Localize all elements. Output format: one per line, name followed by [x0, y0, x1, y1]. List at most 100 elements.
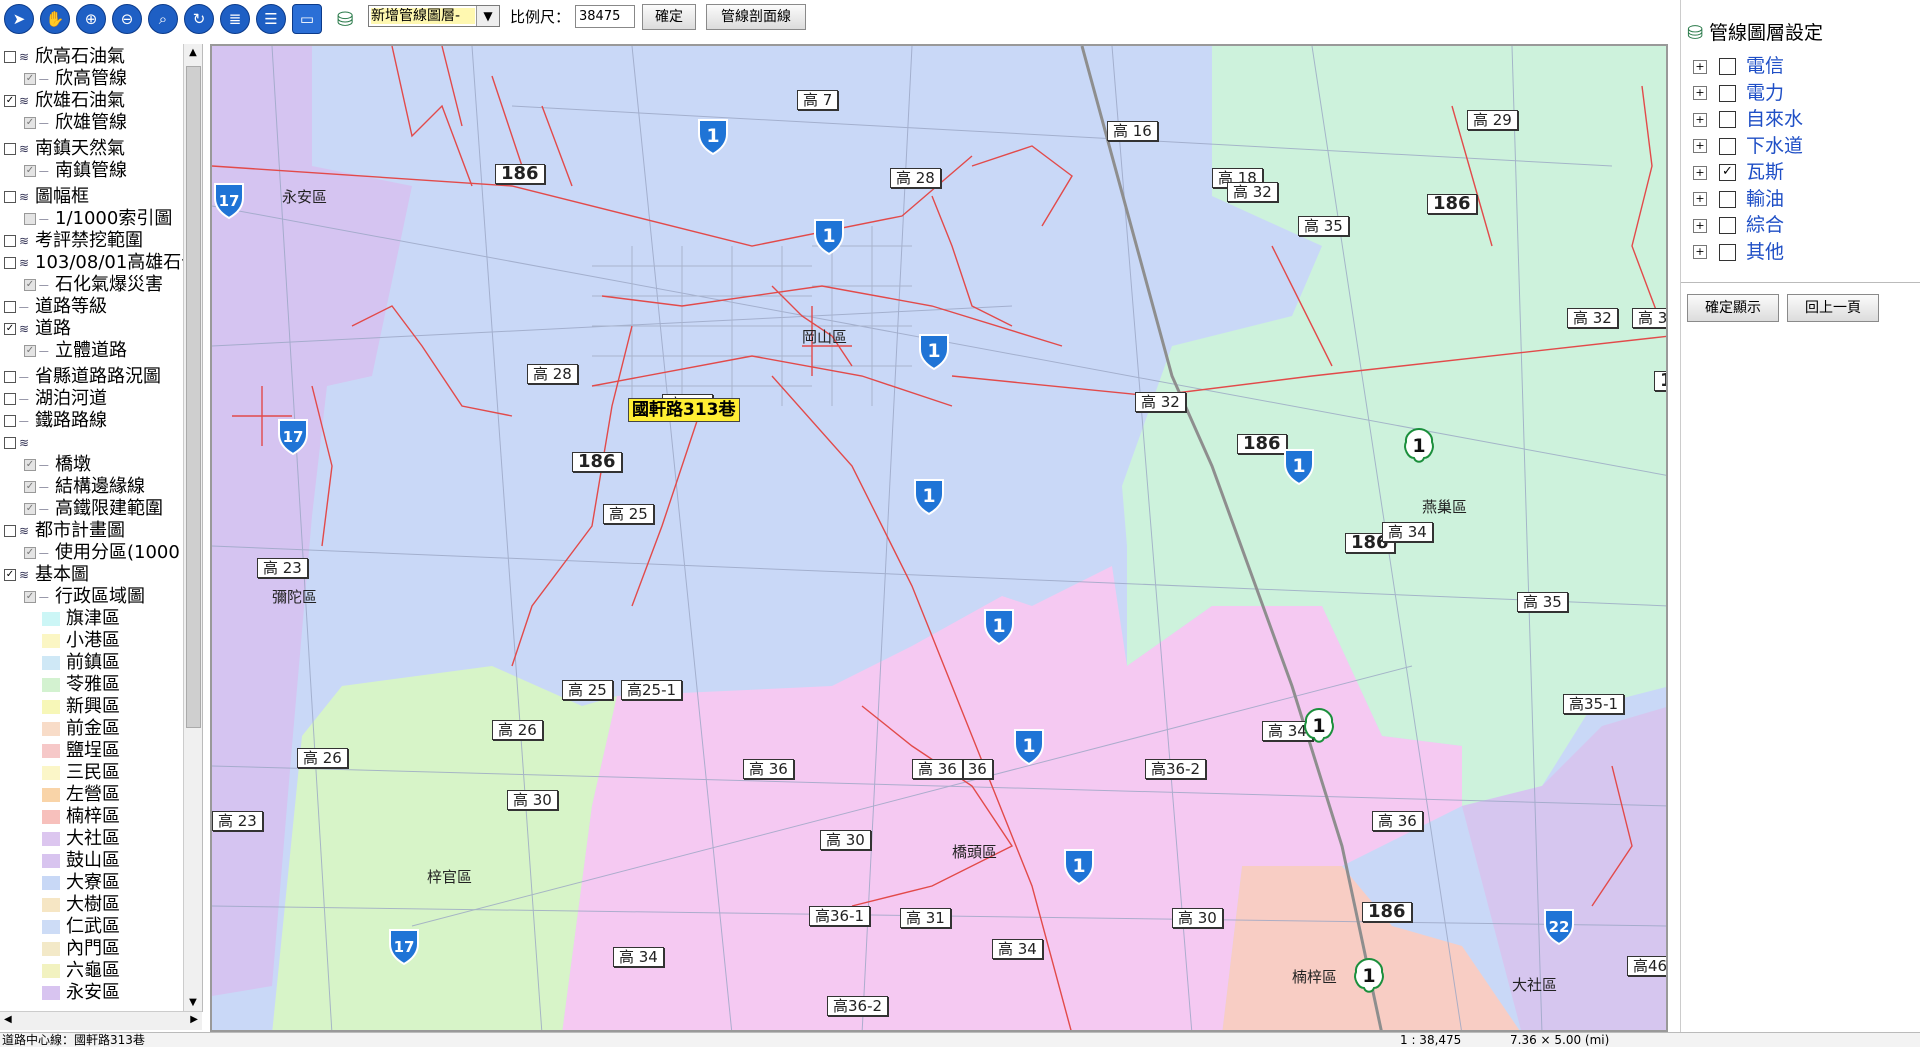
layer-checkbox[interactable]: ✓ — [24, 547, 36, 559]
expand-icon[interactable]: + — [1693, 112, 1707, 127]
zoom-out-icon[interactable]: ⊖ — [112, 4, 142, 34]
layer-checkbox[interactable]: ✓ — [24, 165, 36, 177]
layer-item[interactable]: ✓ ≋ 道路 — [4, 318, 71, 340]
layer-checkbox[interactable] — [4, 301, 16, 313]
layer-checkbox[interactable] — [4, 393, 16, 405]
pipe-layer-item[interactable]: + 電力 — [1693, 81, 1784, 105]
zoom-in-icon[interactable]: ⊕ — [76, 4, 106, 34]
pipe-layer-item[interactable]: + 下水道 — [1693, 134, 1803, 158]
layer-checkbox[interactable] — [4, 235, 16, 247]
pipe-layer-item[interactable]: + 自來水 — [1693, 107, 1803, 131]
pipe-layer-link[interactable]: 電信 — [1746, 55, 1784, 77]
layer-checkbox[interactable]: ✓ — [24, 117, 36, 129]
pipe-layer-link[interactable]: 自來水 — [1746, 108, 1803, 130]
layer-item[interactable]: ≋ — [4, 432, 35, 454]
layer-item[interactable]: ✓ ⏤ 石化氣爆災害 — [24, 274, 163, 296]
expand-icon[interactable]: + — [1693, 165, 1707, 180]
layer-checkbox[interactable]: ✓ — [24, 345, 36, 357]
pipe-layer-link[interactable]: 其他 — [1746, 241, 1784, 263]
back-button[interactable]: 回上一頁 — [1787, 294, 1879, 322]
pipe-layer-link[interactable]: 綜合 — [1746, 214, 1784, 236]
pipe-layer-item[interactable]: + ✓ 瓦斯 — [1693, 160, 1784, 184]
layer-item[interactable]: ✓ ⏤ 欣高管線 — [24, 68, 127, 90]
pipe-layer-checkbox[interactable] — [1719, 190, 1736, 208]
layer-checkbox[interactable] — [4, 525, 16, 537]
layer-checkbox[interactable]: ✓ — [24, 481, 36, 493]
layer-checkbox[interactable]: ✓ — [4, 95, 16, 107]
pipe-layer-item[interactable]: + 輸油 — [1693, 187, 1784, 211]
layer-item[interactable]: ≋ 考評禁挖範圍 — [4, 230, 143, 252]
refresh-icon[interactable]: ↻ — [184, 4, 214, 34]
pipe-layer-link[interactable]: 電力 — [1746, 82, 1784, 104]
layer-item[interactable]: ≋ 圖幅框 — [4, 186, 89, 208]
map-canvas[interactable]: 永安區 岡山區 彌陀區 燕巢區 梓官區 橋頭區 楠梓區 大社區 高 7 高 16 高 29 186 高 … — [210, 44, 1668, 1032]
layer-checkbox[interactable] — [4, 371, 16, 383]
layer-item[interactable]: ✓ ⏤ 行政區域圖 — [24, 586, 145, 608]
expand-icon[interactable]: + — [1693, 218, 1707, 233]
layer-checkbox[interactable]: ✓ — [24, 279, 36, 291]
pipe-layer-checkbox[interactable] — [1719, 111, 1736, 128]
layer-checkbox[interactable]: ✓ — [24, 591, 36, 603]
confirm-display-button[interactable]: 確定顯示 — [1687, 294, 1779, 322]
layer-item[interactable]: ⏤ 1/1000索引圖 — [24, 208, 172, 230]
pipe-profile-button[interactable]: 管線剖面線 — [706, 4, 806, 30]
expand-icon[interactable]: + — [1693, 86, 1707, 100]
scroll-right-icon[interactable]: ▶ — [190, 1014, 198, 1025]
layer-item[interactable]: ✓ ⏤ 結構邊緣線 — [24, 476, 145, 498]
layer-item[interactable]: ≋ 欣高石油氣 — [4, 46, 125, 68]
layer-checkbox[interactable] — [4, 437, 16, 449]
layer-checkbox[interactable]: ✓ — [24, 459, 36, 471]
layer-item[interactable]: ✓ ≋ 基本圖 — [4, 564, 89, 586]
layer-item[interactable]: ⏤ 道路等級 — [4, 296, 107, 318]
layer-item[interactable]: ⏤ 省縣道路路況圖 — [4, 366, 161, 388]
layer-checkbox[interactable]: ✓ — [4, 569, 16, 581]
select-icon[interactable]: ➤ — [4, 4, 34, 34]
layer-checkbox[interactable]: ✓ — [4, 323, 16, 335]
pipe-layer-checkbox[interactable]: ✓ — [1719, 164, 1736, 181]
ruler-icon[interactable]: ▭ — [292, 4, 322, 34]
scale-confirm-button[interactable]: 確定 — [642, 4, 696, 30]
scroll-left-icon[interactable]: ◀ — [4, 1014, 12, 1025]
expand-icon[interactable]: + — [1693, 245, 1707, 259]
chevron-down-icon[interactable]: ▼ — [476, 6, 499, 26]
expand-icon[interactable]: + — [1693, 139, 1707, 153]
pipe-layer-checkbox[interactable] — [1719, 84, 1736, 102]
scroll-thumb[interactable] — [186, 66, 201, 728]
layer-item[interactable]: ≋ 都市計畫圖 — [4, 520, 125, 542]
layer-item[interactable]: ✓ ⏤ 欣雄管線 — [24, 112, 127, 134]
zoom-extent-icon[interactable]: ⌕ — [148, 4, 178, 34]
layer-checkbox[interactable] — [4, 143, 16, 155]
layer-tree-hscrollbar[interactable]: ◀ ▶ — [0, 1011, 202, 1030]
layer-item[interactable]: ✓ ⏤ 立體道路 — [24, 340, 127, 362]
pipe-layer-link[interactable]: 下水道 — [1746, 135, 1803, 157]
pipe-layer-item[interactable]: + 其他 — [1693, 240, 1784, 264]
layers-icon[interactable]: ≣ — [220, 4, 250, 34]
layer-checkbox[interactable] — [4, 51, 16, 63]
expand-icon[interactable]: + — [1693, 59, 1707, 74]
scroll-down-icon[interactable]: ▼ — [184, 994, 202, 1012]
layer-item[interactable]: ⏤ 鐵路路線 — [4, 410, 107, 432]
layer-item[interactable]: ✓ ⏤ 使用分區(1000 — [24, 542, 180, 564]
layer-checkbox[interactable]: ✓ — [24, 503, 36, 515]
scroll-up-icon[interactable]: ▲ — [184, 44, 202, 62]
pipe-layer-checkbox[interactable] — [1719, 243, 1736, 261]
scale-input[interactable] — [575, 5, 635, 28]
layer-item[interactable]: ✓ ⏤ 南鎮管線 — [24, 160, 127, 182]
selected-road-label[interactable]: 國軒路313巷 — [628, 398, 740, 422]
layer-checkbox[interactable]: ✓ — [24, 73, 36, 85]
pipe-layer-checkbox[interactable] — [1719, 58, 1736, 75]
expand-icon[interactable]: + — [1693, 192, 1707, 206]
layer-select[interactable]: 新增管線圖層- ▼ — [368, 5, 500, 27]
layer-checkbox[interactable] — [4, 257, 16, 269]
layer-item[interactable]: ≋ 南鎮天然氣 — [4, 138, 125, 160]
layer-item[interactable]: ✓ ⏤ 橋墩 — [24, 454, 91, 476]
layer-item[interactable]: ⏤ 湖泊河道 — [4, 388, 107, 410]
layer-checkbox[interactable] — [4, 415, 16, 427]
pipe-layer-checkbox[interactable] — [1719, 137, 1736, 155]
pipe-layer-item[interactable]: + 電信 — [1693, 54, 1784, 78]
layer-checkbox[interactable] — [24, 213, 36, 225]
layer-item[interactable]: ✓ ≋ 欣雄石油氣 — [4, 90, 125, 112]
pipe-layer-link[interactable]: 瓦斯 — [1746, 161, 1784, 183]
layer-checkbox[interactable] — [4, 191, 16, 203]
pan-icon[interactable]: ✋ — [40, 4, 70, 34]
